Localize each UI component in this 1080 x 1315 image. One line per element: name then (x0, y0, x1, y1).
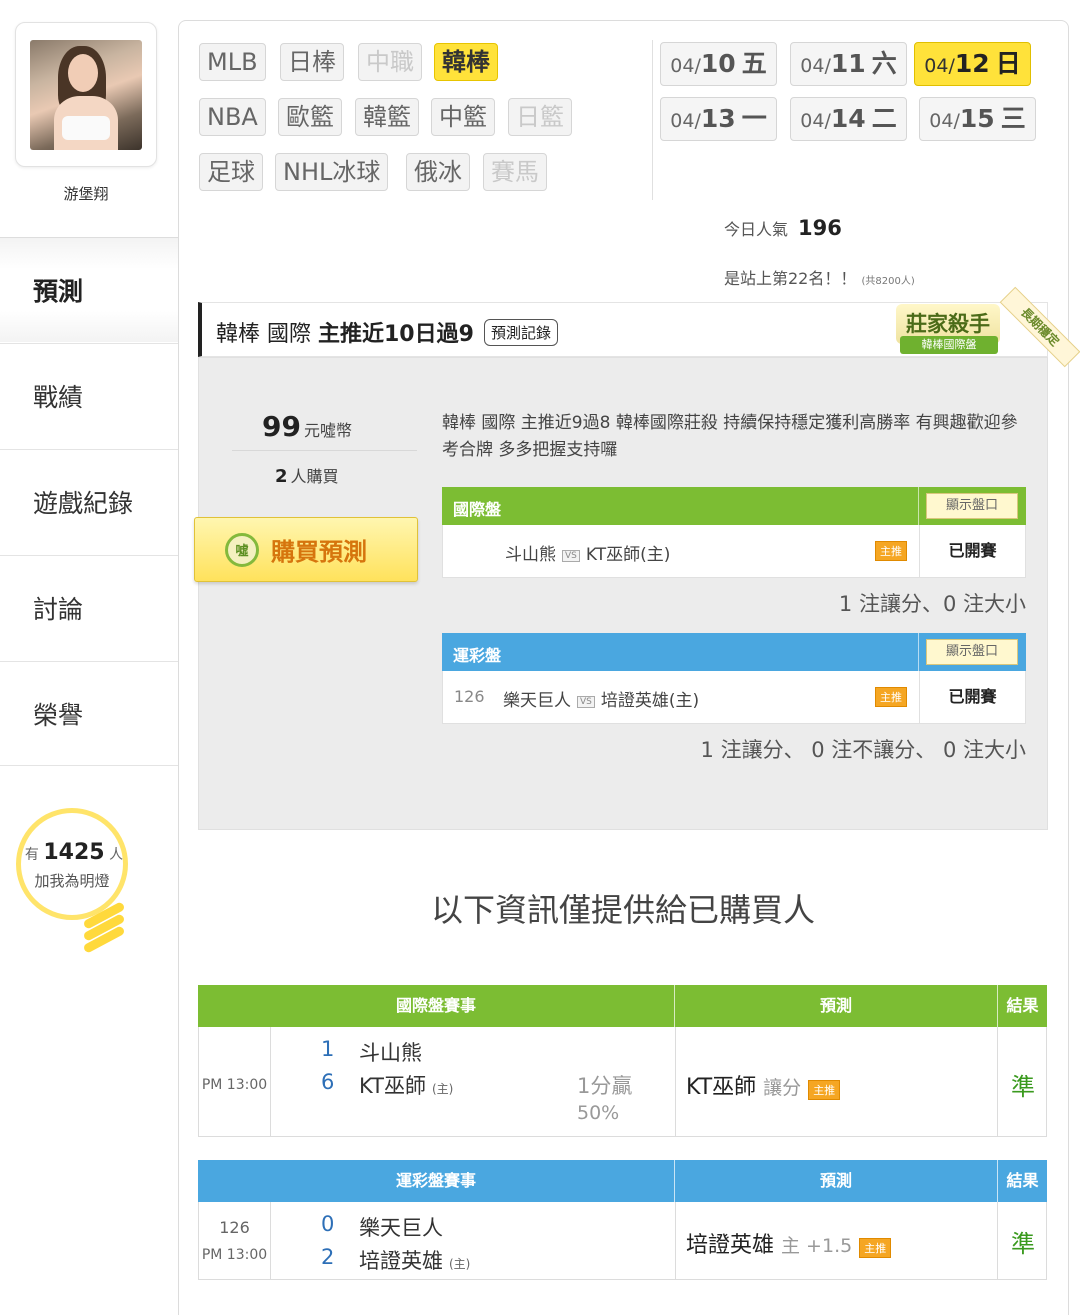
date-tab[interactable]: 04/10 五 (660, 42, 777, 86)
sport-tab-mlb[interactable]: MLB (199, 43, 266, 81)
sidebar: 游堡翔 預測 戰績 遊戲紀錄 討論 榮譽 有 1425 人 加我為明燈 (0, 0, 178, 1315)
buyers-only-notice: 以下資訊僅提供給已購買人 (430, 891, 815, 929)
prediction-title: 韓棒 國際 主推近10日過9 預測記錄 (216, 316, 558, 348)
sidebar-item-game-log[interactable]: 遊戲紀錄 (0, 449, 178, 554)
market-header-intl: 國際盤 顯示盤口 (442, 487, 1026, 525)
show-odds-button[interactable]: 顯示盤口 (926, 493, 1018, 519)
avatar[interactable] (30, 40, 142, 150)
date-tab[interactable]: 04/13 一 (660, 97, 777, 141)
game-status: 已開賽 (919, 671, 1025, 723)
table-row: PM 13:00 1 斗山熊 6 KT巫師 (主) 1分贏 50% KT巫師 讓分… (198, 1027, 1047, 1137)
follower-count: 有 1425 人 (24, 840, 124, 865)
result-table-intl: 國際盤賽事 預測 結果 PM 13:00 1 斗山熊 6 KT巫師 (主) 1分贏… (198, 985, 1047, 1137)
result-table-sportslottery: 運彩盤賽事 預測 結果 126 PM 13:00 0 樂天巨人 2 培證英雄 (主)… (198, 1160, 1047, 1280)
result-correct: 準 (1011, 1230, 1035, 1258)
show-odds-button[interactable]: 顯示盤口 (926, 639, 1018, 665)
prediction-cell: KT巫師 讓分 主推 (675, 1027, 998, 1136)
date-tab[interactable]: 04/15 三 (919, 97, 1036, 141)
bet-summary: 1 注讓分、 0 注不讓分、 0 注大小 (700, 738, 1026, 762)
sport-tab-khl[interactable]: 俄冰 (406, 153, 470, 191)
sport-tab-kbl[interactable]: 韓籃 (355, 98, 419, 136)
vs-icon: VS (577, 696, 595, 708)
sport-tab-nba[interactable]: NBA (199, 98, 266, 136)
sport-tab-kbo[interactable]: 韓棒 (434, 43, 498, 81)
sport-tab-soccer[interactable]: 足球 (199, 153, 263, 191)
sidebar-item-honors[interactable]: 榮譽 (0, 661, 178, 766)
daily-popularity: 今日人氣 196 (724, 216, 842, 240)
sport-tab-cba[interactable]: 中籃 (431, 98, 495, 136)
follow-label: 加我為明燈 (34, 872, 110, 890)
sport-tab-npb[interactable]: 日棒 (280, 43, 344, 81)
badge-subtitle: 韓棒國際盤 (900, 336, 998, 354)
game-time: 126 PM 13:00 (199, 1202, 271, 1279)
result-correct: 準 (1011, 1073, 1035, 1101)
prediction-description: 韓棒 國際 主推近9過8 韓棒國際莊殺 持續保持穩定獲利高勝率 有興趣歡迎參考合… (442, 413, 1018, 460)
sidebar-item-predictions[interactable]: 預測 (0, 237, 178, 342)
game-time: PM 13:00 (199, 1027, 271, 1136)
coin-icon: 噓 (225, 532, 259, 567)
username[interactable]: 游堡翔 (0, 183, 172, 204)
divider (232, 450, 417, 451)
sport-tab-jbl: 日籃 (508, 98, 572, 136)
site-rank: 是站上第22名！！ (共8200人) (724, 269, 915, 288)
date-tab-selected[interactable]: 04/12 日 (914, 42, 1031, 86)
vs-icon: VS (562, 550, 580, 562)
main-pick-badge: 主推 (875, 687, 907, 707)
sidebar-item-discussion[interactable]: 討論 (0, 555, 178, 660)
lightbulb-screw-icon (82, 901, 126, 959)
divider (652, 40, 653, 200)
buyer-count: 2 人購買 (275, 466, 339, 487)
price: 99 元噓幣 (262, 410, 352, 443)
badge-ribbon: 長期穩定 (999, 286, 1080, 368)
game-status: 已開賽 (919, 525, 1025, 577)
sidebar-item-record[interactable]: 戰績 (0, 343, 178, 448)
main-pick-badge: 主推 (875, 541, 907, 561)
sport-tab-euro-basketball[interactable]: 歐籃 (278, 98, 342, 136)
market-row: 126 樂天巨人 VS 培證英雄(主) 主推 已開賽 (442, 671, 1026, 724)
prediction-record-button[interactable]: 預測記錄 (483, 319, 558, 346)
sport-tab-cpbl: 中職 (358, 43, 422, 81)
market-row: 斗山熊 VS KT巫師(主) 主推 已開賽 (442, 525, 1026, 578)
follow-lightbulb[interactable]: 有 1425 人 加我為明燈 (16, 808, 131, 958)
sport-tab-nhl[interactable]: NHL冰球 (275, 153, 389, 191)
bet-summary: 1 注讓分、0 注大小 (838, 592, 1026, 616)
market-header-sportslottery: 運彩盤 顯示盤口 (442, 633, 1026, 671)
sport-tab-horse-racing: 賽馬 (483, 153, 547, 191)
date-tab[interactable]: 04/11 六 (790, 42, 907, 86)
date-tab[interactable]: 04/14 二 (790, 97, 907, 141)
buy-prediction-button[interactable]: 噓購買預測 (194, 517, 418, 582)
table-row: 126 PM 13:00 0 樂天巨人 2 培證英雄 (主) 培證英雄 主 +1.5… (198, 1202, 1047, 1280)
prediction-cell: 培證英雄 主 +1.5 主推 (675, 1202, 998, 1279)
avatar-card[interactable] (15, 22, 157, 167)
